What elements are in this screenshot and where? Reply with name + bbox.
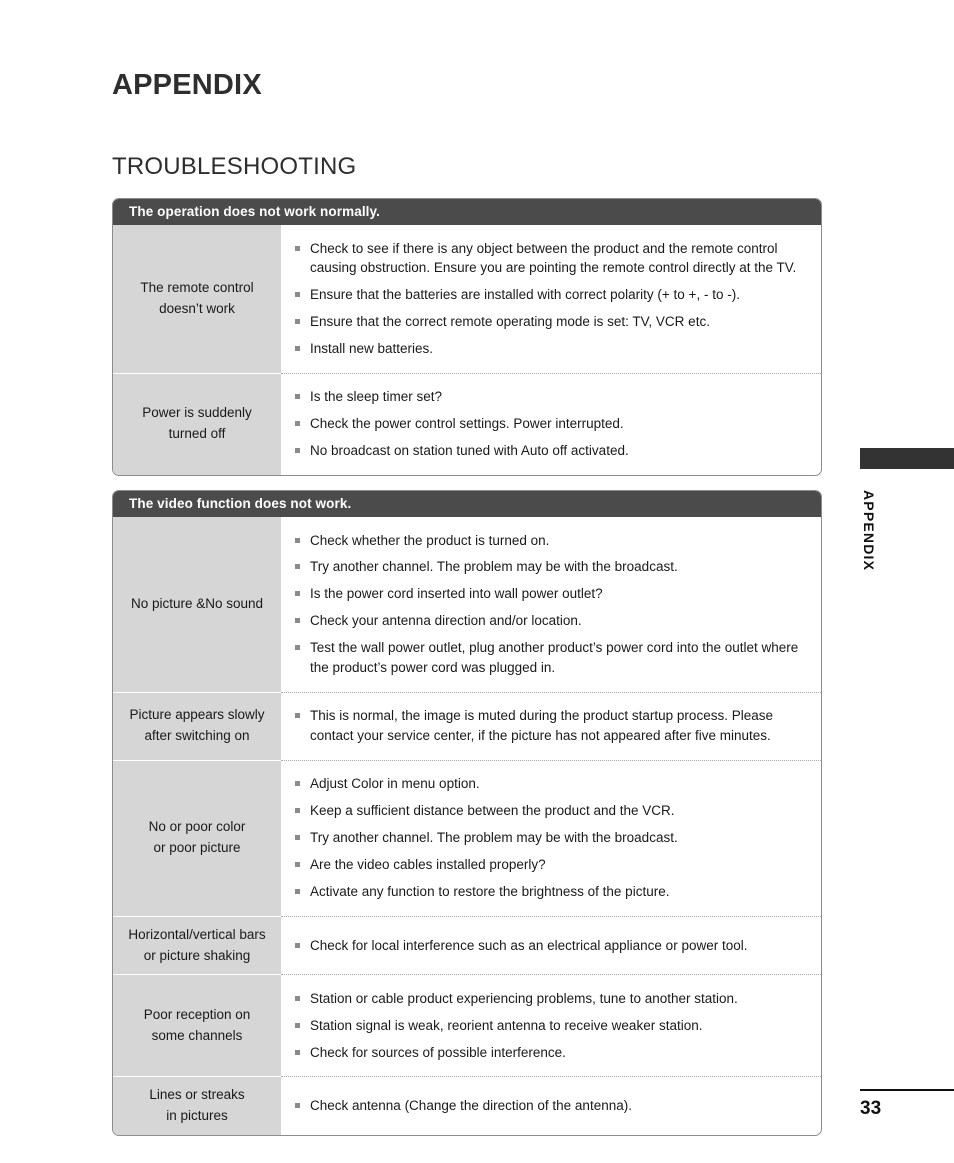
table-row-label: The remote control doesn’t work xyxy=(113,225,281,373)
table-row: Poor reception on some channels Station or… xyxy=(113,974,821,1077)
bullet-item: Check to see if there is any object betw… xyxy=(295,239,809,279)
troubleshooting-table-operation: The operation does not work normally. Th… xyxy=(112,198,822,476)
table-row-label-line: turned off xyxy=(168,426,226,442)
bullet-item: Adjust Color in menu option. xyxy=(295,774,809,794)
section-title: TROUBLESHOOTING xyxy=(112,152,357,180)
table-row: Lines or streaks in pictures Check antenna… xyxy=(113,1076,821,1136)
bullet-item: Station signal is weak, reorient antenna… xyxy=(295,1016,809,1036)
bullet-item: Ensure that the correct remote operating… xyxy=(295,312,809,332)
table-row: The remote control doesn’t work Check to s… xyxy=(113,225,821,373)
bullet-item: Check for sources of possible interferen… xyxy=(295,1043,809,1063)
table-row-label-line: No or poor color xyxy=(148,819,246,835)
table-row-label: No picture &No sound xyxy=(113,517,281,692)
page-title: APPENDIX xyxy=(112,69,262,102)
table-row-description: Is the sleep timer set? Check the power c… xyxy=(281,372,821,475)
bullet-item: Test the wall power outlet, plug another… xyxy=(295,638,809,678)
table-row: Power is suddenly turned off Is the sleep … xyxy=(113,372,821,475)
table-row-label: Poor reception on some channels xyxy=(113,974,281,1077)
table-row-label-line: Lines or streaks xyxy=(149,1087,245,1103)
bullet-item: Try another channel. The problem may be … xyxy=(295,828,809,848)
table-row: Horizontal/vertical bars or picture shaki… xyxy=(113,915,821,975)
table-row: No or poor color or poor picture Adjust Co… xyxy=(113,759,821,916)
table-row-label-line: in pictures xyxy=(166,1108,228,1124)
table-row-label: Lines or streaks in pictures xyxy=(113,1076,281,1136)
bullet-item: This is normal, the image is muted durin… xyxy=(295,706,809,746)
appendix-side-label: APPENDIX xyxy=(861,490,877,572)
table-body: No picture &No sound Check whether the pr… xyxy=(113,517,821,1136)
table-row-description: Check antenna (Change the direction of t… xyxy=(281,1076,821,1135)
bullet-item: Try another channel. The problem may be … xyxy=(295,557,809,577)
appendix-side-tab xyxy=(860,448,954,469)
table-row-label-line: Power is suddenly xyxy=(142,405,252,421)
bullet-item: Check antenna (Change the direction of t… xyxy=(295,1096,809,1116)
footer-divider xyxy=(860,1089,954,1091)
table-row-description: This is normal, the image is muted durin… xyxy=(281,691,821,760)
bullet-item: Activate any function to restore the bri… xyxy=(295,882,809,902)
table-row-label-line: Poor reception on xyxy=(143,1006,251,1022)
table-row-label: No or poor color or poor picture xyxy=(113,759,281,916)
table-row: Picture appears slowly after switching on… xyxy=(113,691,821,760)
table-row-label: Power is suddenly turned off xyxy=(113,372,281,475)
page-number: 33 xyxy=(860,1098,882,1119)
table-row-description: Check whether the product is turned on. T… xyxy=(281,517,821,692)
table-row-label: Picture appears slowly after switching on xyxy=(113,691,281,760)
bullet-item: Check for local interference such as an … xyxy=(295,936,809,956)
table-row-label-line: Picture appears slowly xyxy=(129,707,265,723)
table-header: The operation does not work normally. xyxy=(113,199,821,225)
bullet-item: Keep a sufficient distance between the p… xyxy=(295,801,809,821)
table-row-label-line: some channels xyxy=(151,1027,243,1043)
bullet-item: Is the sleep timer set? xyxy=(295,387,809,407)
bullet-item: Are the video cables installed properly? xyxy=(295,855,809,875)
table-row-label-line: doesn’t work xyxy=(159,300,235,316)
troubleshooting-table-video: The video function does not work. No pic… xyxy=(112,490,822,1137)
bullet-item: No broadcast on station tuned with Auto … xyxy=(295,441,809,461)
bullet-item: Check your antenna direction and/or loca… xyxy=(295,611,809,631)
bullet-item: Install new batteries. xyxy=(295,339,809,359)
table-row-description: Check for local interference such as an … xyxy=(281,915,821,975)
bullet-item: Check whether the product is turned on. xyxy=(295,531,809,551)
table-row-label-line: or poor picture xyxy=(153,840,241,856)
table-row-label: Horizontal/vertical bars or picture shaki… xyxy=(113,915,281,975)
table-row-label-line: after switching on xyxy=(144,728,250,744)
table-row-label-line: No picture &No sound xyxy=(130,595,264,611)
table-row-description: Check to see if there is any object betw… xyxy=(281,225,821,373)
table-row-label-line: or picture shaking xyxy=(143,947,251,963)
table-row-label-line: Horizontal/vertical bars xyxy=(128,926,266,942)
bullet-item: Check the power control settings. Power … xyxy=(295,414,809,434)
table-row-description: Adjust Color in menu option. Keep a suffi… xyxy=(281,759,821,916)
table-body: The remote control doesn’t work Check to s… xyxy=(113,225,821,475)
bullet-item: Station or cable product experiencing pr… xyxy=(295,989,809,1009)
bullet-item: Is the power cord inserted into wall pow… xyxy=(295,584,809,604)
table-row-label-line: The remote control xyxy=(140,280,254,295)
table-row: No picture &No sound Check whether the pr… xyxy=(113,517,821,692)
bullet-item: Ensure that the batteries are installed … xyxy=(295,285,809,305)
table-row-description: Station or cable product experiencing pr… xyxy=(281,974,821,1076)
table-header: The video function does not work. xyxy=(113,491,821,517)
